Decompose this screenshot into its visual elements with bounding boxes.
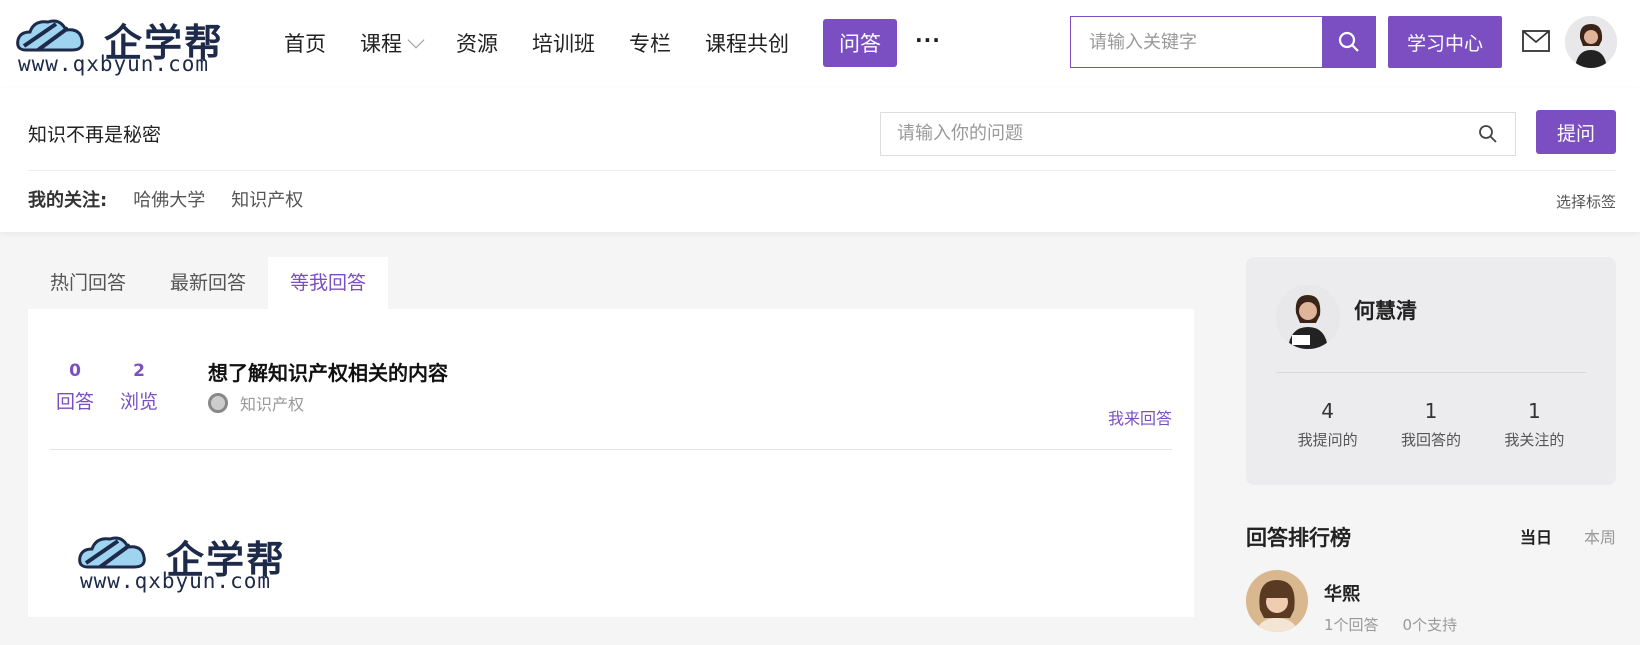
ranking-answers: 1个回答 (1324, 616, 1379, 634)
stat-value: 1 (1527, 399, 1541, 423)
keyword-search-input[interactable]: 请输入关键字 (1070, 16, 1328, 68)
main-nav: 首页 课程 资源 培训班 专栏 课程共创 问答 ··· (284, 18, 975, 68)
follow-tag[interactable]: 哈佛大学 (133, 186, 205, 212)
stat-label: 我关注的 (1504, 431, 1565, 449)
chevron-down-icon (407, 31, 425, 49)
divider (28, 170, 1616, 171)
question-search-input[interactable]: 请输入你的问题 (880, 112, 1516, 156)
nav-home[interactable]: 首页 (284, 28, 326, 58)
nav-co-creation[interactable]: 课程共创 (705, 28, 789, 58)
question-title[interactable]: 想了解知识产权相关的内容 (208, 357, 448, 386)
search-icon (1338, 31, 1359, 52)
ranking-name[interactable]: 华熙 (1324, 580, 1360, 606)
follow-tag[interactable]: 知识产权 (231, 186, 303, 212)
tag-icon (208, 393, 228, 413)
ask-question-button[interactable]: 提问 (1536, 110, 1616, 154)
stat-my-answers[interactable]: 1 我回答的 (1401, 399, 1461, 450)
logo-url: www.qxbyun.com (18, 52, 210, 76)
question-tag-label: 知识产权 (240, 395, 305, 414)
learning-center-button[interactable]: 学习中心 (1388, 16, 1502, 68)
tab-latest-answers[interactable]: 最新回答 (148, 257, 268, 309)
slogan: 知识不再是秘密 (28, 124, 162, 146)
choose-tag-link[interactable]: 选择标签 (1556, 191, 1616, 212)
answer-button[interactable]: 我来回答 (1108, 405, 1172, 429)
view-count: 2 浏览 (120, 361, 158, 414)
top-header: 企学帮 www.qxbyun.com 首页 课程 资源 培训班 专栏 课程共创 … (0, 0, 1640, 88)
nav-training[interactable]: 培训班 (532, 28, 595, 58)
nav-qa[interactable]: 问答 (823, 19, 897, 67)
profile-avatar[interactable] (1276, 285, 1340, 349)
answer-count-value: 0 (69, 361, 81, 381)
answer-count-label: 回答 (56, 391, 95, 413)
question-tag[interactable]: 知识产权 (208, 391, 304, 415)
view-count-value: 2 (133, 361, 145, 381)
stat-my-follows[interactable]: 1 我关注的 (1504, 399, 1564, 450)
tab-hot-answers[interactable]: 热门回答 (28, 257, 148, 309)
ranking-support: 0个支持 (1402, 616, 1458, 634)
view-count-label: 浏览 (120, 391, 159, 413)
nav-more[interactable]: ··· (915, 28, 941, 52)
tab-waiting-answers[interactable]: 等我回答 (268, 257, 389, 309)
question-stats: 0 回答 2 浏览 (56, 361, 158, 414)
answer-tabs: 热门回答 最新回答 等我回答 (28, 257, 1194, 309)
profile-card: 何慧清 4 我提问的 1 我回答的 1 我关注的 (1246, 257, 1616, 485)
cloud-logo-icon (78, 536, 146, 569)
search-button[interactable] (1322, 16, 1376, 68)
cloud-logo-icon (16, 19, 84, 52)
tab-week[interactable]: 本周 (1584, 524, 1616, 548)
mail-icon[interactable] (1522, 30, 1550, 56)
my-follows: 我的关注: 哈佛大学 知识产权 (28, 186, 303, 212)
logo-url: www.qxbyun.com (80, 569, 272, 593)
profile-name: 何慧清 (1354, 299, 1417, 323)
ranking-avatar[interactable] (1246, 570, 1308, 632)
qa-subheader: 知识不再是秘密 请输入你的问题 提问 我的关注: 哈佛大学 知识产权 选择标签 (0, 88, 1640, 232)
stat-value: 1 (1424, 399, 1438, 423)
nav-courses-label: 课程 (360, 32, 402, 56)
tab-today[interactable]: 当日 (1520, 524, 1552, 548)
search-icon[interactable] (1478, 124, 1498, 144)
stat-label: 我提问的 (1297, 431, 1358, 449)
ranking-title: 回答排行榜 (1246, 526, 1351, 550)
footer-logo: 企学帮 www.qxbyun.com (78, 529, 318, 593)
follow-label: 我的关注: (28, 190, 108, 211)
user-avatar[interactable] (1565, 16, 1617, 68)
profile-stats: 4 我提问的 1 我回答的 1 我关注的 (1276, 399, 1586, 450)
question-list: 0 回答 2 浏览 想了解知识产权相关的内容 知识产权 我来回答 企学帮 www… (28, 309, 1194, 617)
nav-resources[interactable]: 资源 (456, 28, 498, 58)
stat-my-questions[interactable]: 4 我提问的 (1298, 399, 1358, 450)
answer-count: 0 回答 (56, 361, 94, 414)
ranking-meta: 1个回答 0个支持 (1324, 614, 1457, 635)
divider (1276, 372, 1586, 373)
site-logo[interactable]: 企学帮 www.qxbyun.com (16, 12, 256, 76)
stat-label: 我回答的 (1400, 431, 1461, 449)
nav-columns[interactable]: 专栏 (629, 28, 671, 58)
stat-value: 4 (1321, 399, 1335, 423)
divider (50, 449, 1172, 450)
nav-courses[interactable]: 课程 (360, 28, 425, 58)
